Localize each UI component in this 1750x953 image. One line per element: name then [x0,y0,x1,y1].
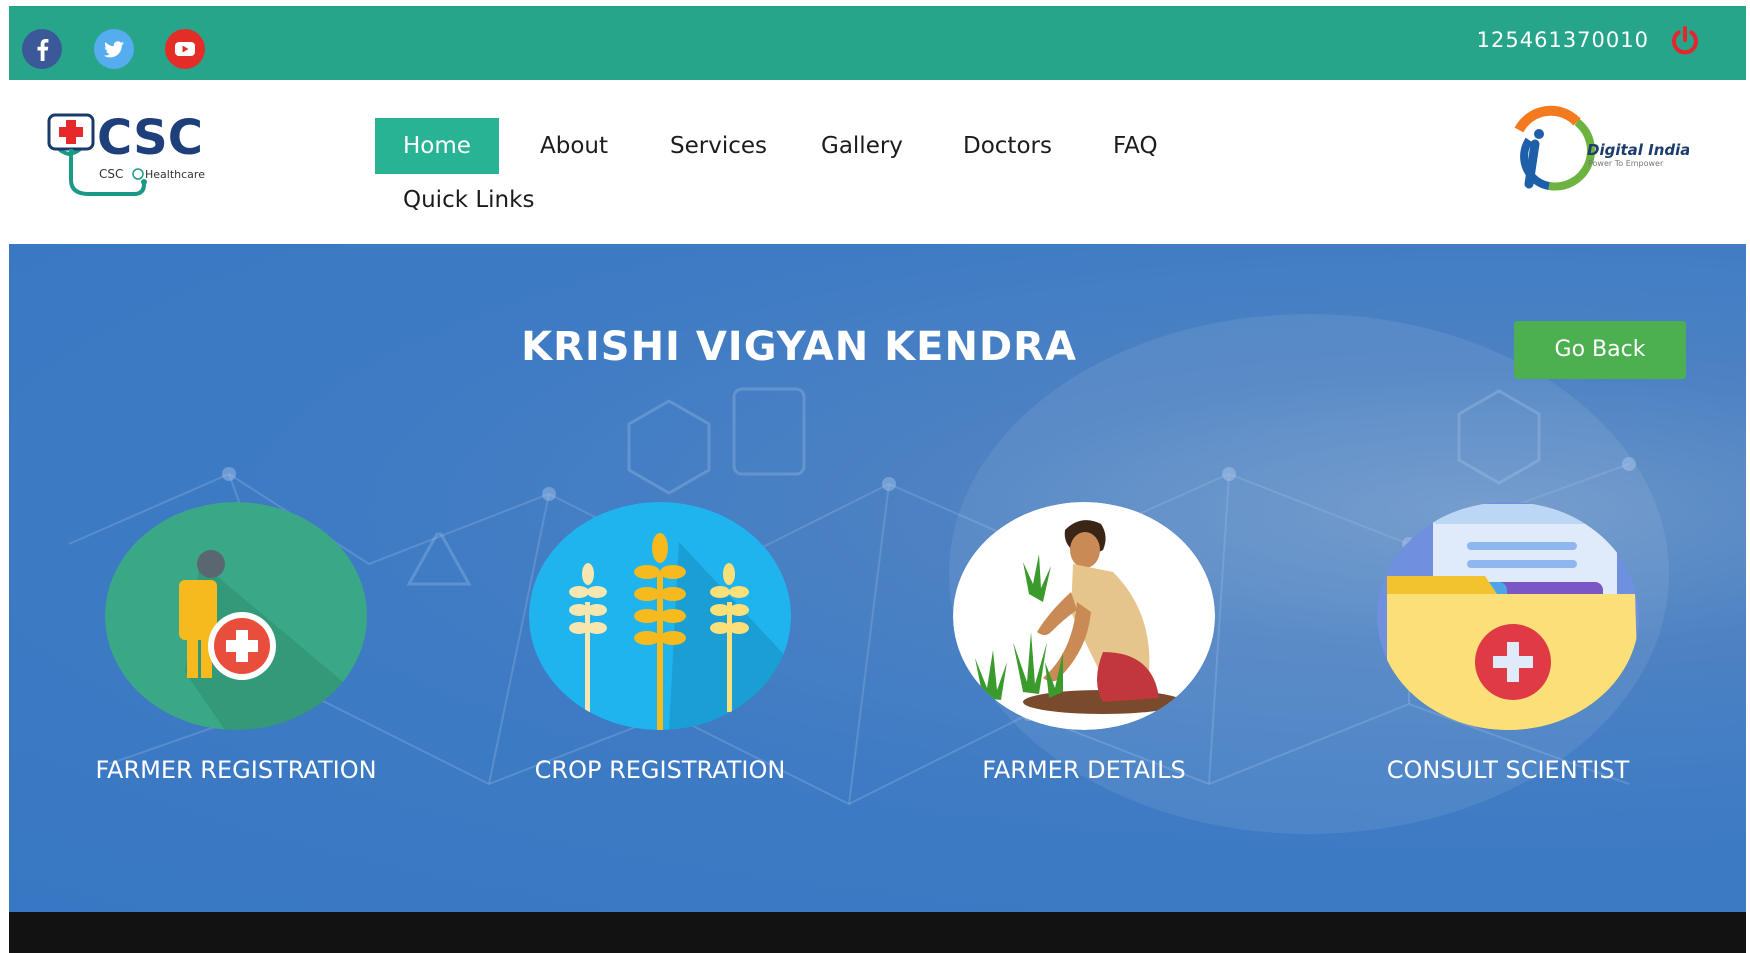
card-label: CROP REGISTRATION [534,756,786,784]
nav-services[interactable]: Services [670,118,767,174]
digital-india-title: Digital India [1587,141,1689,159]
go-back-button[interactable]: Go Back [1514,321,1686,379]
card-consult-scientist[interactable]: CONSULT SCIENTIST [1358,502,1658,784]
card-crop-registration[interactable]: CROP REGISTRATION [510,502,810,784]
farmer-illustration-icon [953,502,1215,730]
hero-section: KRISHI VIGYAN KENDRA Go Back FARMER REGI… [9,244,1746,912]
page-title: KRISHI VIGYAN KENDRA [521,324,1077,370]
digital-india-tagline: Power To Empower [1588,159,1664,168]
wheat-icon [529,502,791,730]
nav-quick-links[interactable]: Quick Links [403,172,534,228]
medical-folder-icon [1377,502,1639,730]
card-farmer-details[interactable]: FARMER DETAILS [934,502,1234,784]
footer [9,912,1746,953]
nav-doctors[interactable]: Doctors [963,118,1052,174]
header: CSC CSC Healthcare Home About Services G… [9,80,1746,244]
facebook-icon[interactable] [21,28,63,70]
nav-faq[interactable]: FAQ [1113,118,1158,174]
logo-sub-text: CSC [99,167,123,181]
youtube-icon[interactable] [164,28,206,70]
card-label: FARMER REGISTRATION [95,756,377,784]
phone-number: 125461370010 [1476,28,1649,52]
power-icon[interactable] [1668,24,1702,58]
card-label: CONSULT SCIENTIST [1386,756,1630,784]
top-bar: 125461370010 [9,6,1746,80]
logo-sub2-text: Healthcare [145,168,205,181]
nav-home[interactable]: Home [375,118,499,174]
csc-healthcare-logo[interactable]: CSC CSC Healthcare [39,102,239,202]
logo-main-text: CSC [97,110,203,166]
card-label: FARMER DETAILS [982,756,1186,784]
nav-gallery[interactable]: Gallery [821,118,903,174]
farmer-registration-icon [105,502,367,730]
twitter-icon[interactable] [93,28,135,70]
card-farmer-registration[interactable]: FARMER REGISTRATION [86,502,386,784]
nav-about[interactable]: About [540,118,608,174]
digital-india-logo[interactable]: Digital India Power To Empower [1489,100,1690,200]
